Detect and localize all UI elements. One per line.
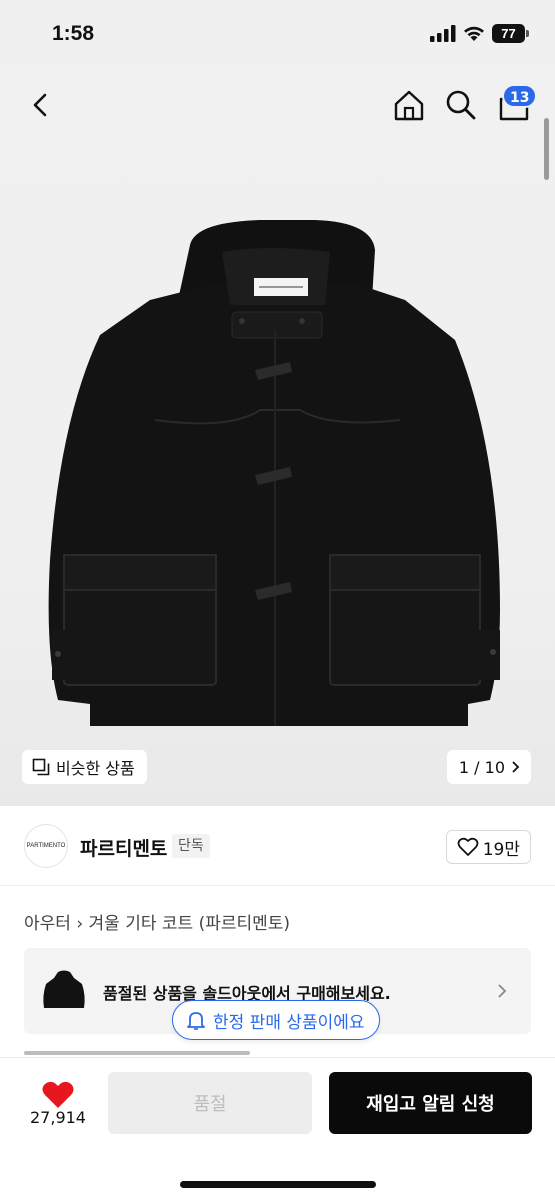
signal-icon [430,25,456,42]
similar-products-button[interactable]: 비슷한 상품 [22,750,147,784]
back-icon[interactable] [26,90,56,120]
battery-tip [526,30,529,37]
scrollbar[interactable] [544,118,549,180]
limited-sale-tooltip: 한정 판매 상품이에요 [172,1000,380,1040]
section-divider [24,1051,250,1055]
battery-level: 77 [492,24,525,43]
soldout-label: 품절 [193,1094,227,1115]
brand-like-button[interactable]: 19만 [445,830,531,864]
breadcrumb-separator: › [76,914,89,934]
home-icon[interactable] [392,88,426,122]
soldout-button: 품절 [108,1072,312,1134]
product-page: 1:58 77 13 비슷한 상품 1 / 10 PARTIMENTO 파르티멘… [0,0,555,1200]
breadcrumb-parent[interactable]: 아우터 [24,914,71,934]
brand-row: PARTIMENTO 파르티멘토 단독 19만 [0,806,555,886]
similar-products-label: 비슷한 상품 [56,759,135,778]
wifi-icon [464,26,484,41]
top-nav [0,64,555,144]
chevron-right-icon [512,761,520,773]
battery-indicator: 77 [492,24,529,43]
similar-icon [32,758,50,776]
status-bar: 1:58 77 [0,0,555,64]
page-indicator-text: 1 / 10 [458,757,505,777]
product-image[interactable] [0,64,555,806]
image-page-indicator[interactable]: 1 / 10 [446,750,531,784]
brand-logo[interactable]: PARTIMENTO [24,824,68,868]
status-icons: 77 [430,24,529,43]
home-indicator[interactable] [180,1181,376,1188]
status-time: 1:58 [52,22,95,45]
limited-sale-text: 한정 판매 상품이에요 [213,1012,365,1033]
exclusive-badge: 단독 [172,834,210,858]
brand-like-count: 19만 [482,839,520,860]
banner-product-thumbnail [43,970,85,1008]
duffle-coat-image [48,220,500,726]
brand-name[interactable]: 파르티멘토 [80,834,167,861]
heart-count: 27,914 [30,1108,86,1127]
chevron-right-icon [498,984,507,998]
breadcrumb-current[interactable]: 겨울 기타 코트 (파르티멘토) [89,914,291,934]
cart-count-badge: 13 [502,84,538,108]
search-icon[interactable] [444,88,478,122]
restock-alert-button[interactable]: 재입고 알림 신청 [329,1072,532,1134]
restock-label: 재입고 알림 신청 [366,1094,495,1115]
bell-icon [187,1012,205,1030]
brand-logo-text: PARTIMENTO [26,843,66,849]
breadcrumb: 아우터 › 겨울 기타 코트 (파르티멘토) [24,909,290,934]
heart-outline-icon [457,837,479,856]
